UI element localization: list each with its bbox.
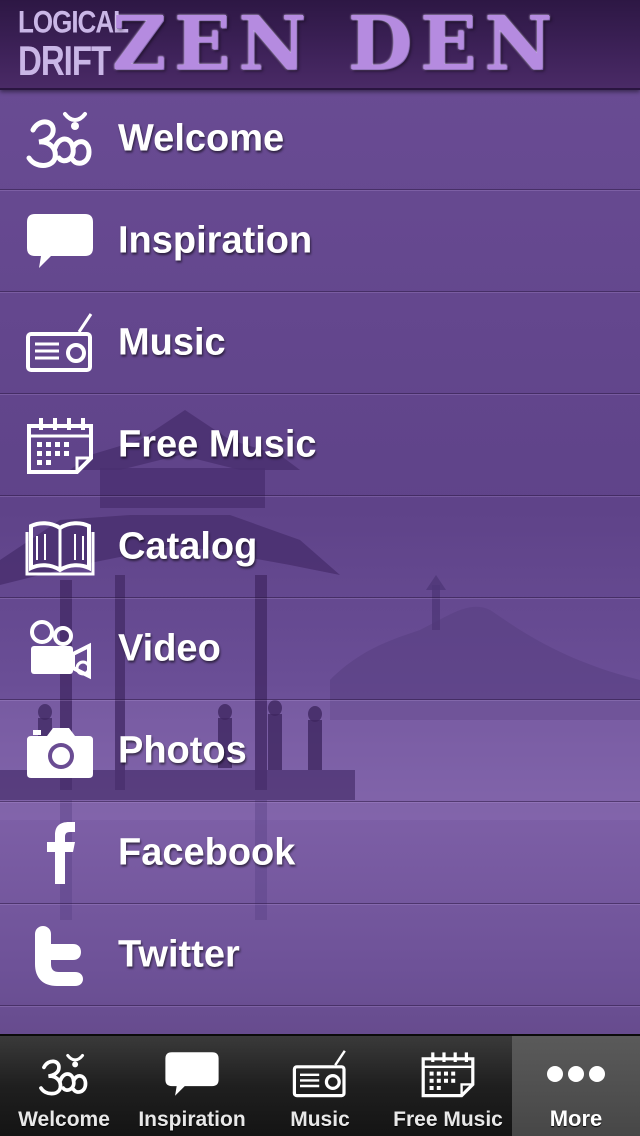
facebook-icon [22,818,98,888]
app-title: ZEN DEN [112,1,561,87]
tab-inspiration[interactable]: Inspiration [128,1036,256,1136]
main-menu-list: Welcome Inspiration Music Free Music Cat… [0,88,640,1006]
camera-icon [22,716,98,786]
open-book-icon [22,512,98,582]
speech-bubble-icon [22,206,98,276]
om-icon [22,104,98,174]
radio-icon [289,1048,351,1100]
twitter-icon [22,920,98,990]
logo-line-2: DRIFT [18,37,111,84]
tab-label: Music [290,1108,350,1131]
menu-item-twitter[interactable]: Twitter [0,904,640,1006]
speech-bubble-icon [161,1048,223,1100]
menu-item-facebook[interactable]: Facebook [0,802,640,904]
menu-item-catalog[interactable]: Catalog [0,496,640,598]
tab-label: Inspiration [138,1108,246,1131]
app-header: LOGICAL DRIFT ZEN DEN [0,0,640,90]
menu-item-label: Photos [118,729,247,771]
calendar-icon [417,1048,479,1100]
menu-item-label: Welcome [118,117,285,159]
more-dots-icon [545,1048,607,1100]
menu-item-label: Music [118,321,226,363]
tab-free-music[interactable]: Free Music [384,1036,512,1136]
radio-icon [22,308,98,378]
menu-item-label: Facebook [118,831,296,873]
menu-item-photos[interactable]: Photos [0,700,640,802]
menu-item-label: Free Music [118,423,317,465]
menu-item-inspiration[interactable]: Inspiration [0,190,640,292]
tab-label: Free Music [393,1108,503,1131]
tab-label: More [549,1106,603,1131]
menu-item-label: Video [118,627,221,669]
menu-item-welcome[interactable]: Welcome [0,88,640,190]
om-icon [33,1048,95,1100]
logo-line-1: LOGICAL [18,3,129,40]
menu-item-label: Inspiration [118,219,313,261]
tab-music[interactable]: Music [256,1036,384,1136]
bottom-tab-bar: Welcome Inspiration Music Free Music Mor… [0,1034,640,1136]
calendar-icon [22,410,98,480]
tab-welcome[interactable]: Welcome [0,1036,128,1136]
menu-item-music[interactable]: Music [0,292,640,394]
menu-item-label: Catalog [118,525,258,567]
logical-drift-logo: LOGICAL DRIFT [18,3,129,84]
tab-more[interactable]: More [512,1036,640,1136]
menu-item-video[interactable]: Video [0,598,640,700]
menu-item-free-music[interactable]: Free Music [0,394,640,496]
video-camera-icon [22,614,98,684]
app-screen: LOGICAL DRIFT ZEN DEN Welcome Inspiratio… [0,0,640,1136]
tab-label: Welcome [18,1108,110,1131]
menu-item-label: Twitter [118,933,240,975]
